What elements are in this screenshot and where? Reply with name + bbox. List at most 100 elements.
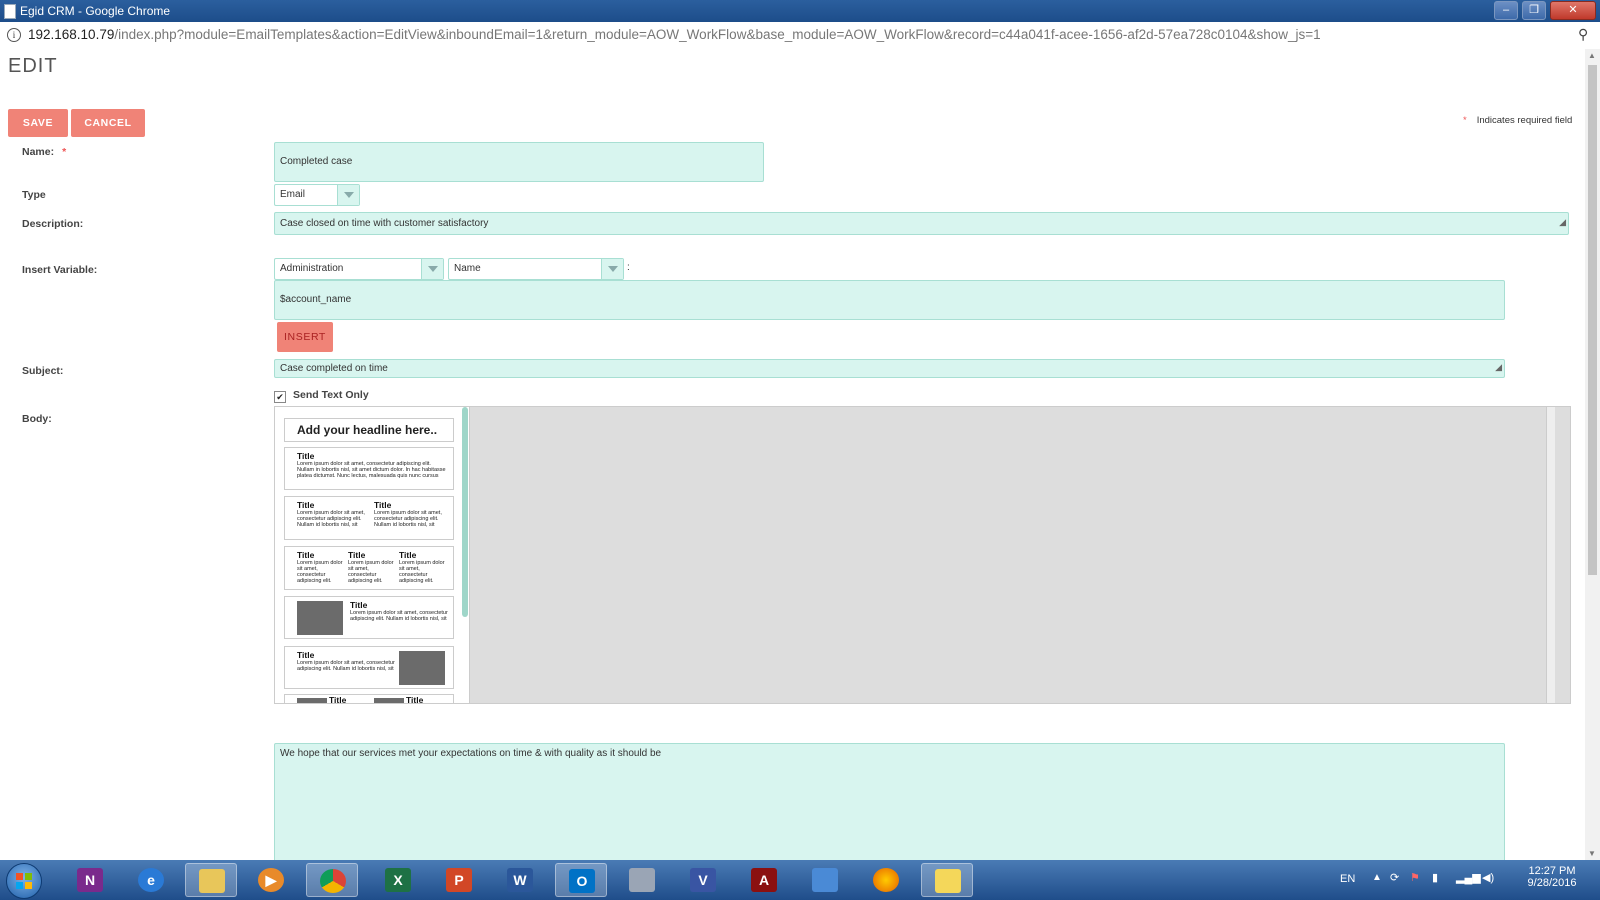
language-indicator[interactable]: EN [1340, 873, 1355, 885]
description-textarea[interactable]: Case closed on time with customer satisf… [274, 212, 1569, 235]
url-host: 192.168.10.79 [28, 27, 115, 42]
chrome-app-icon[interactable] [306, 863, 358, 897]
search-icon[interactable]: ⚲ [1578, 26, 1588, 43]
subject-label: Subject: [22, 365, 64, 377]
action-center-icon[interactable]: ⚑ [1410, 871, 1420, 884]
file-explorer-app-icon[interactable] [185, 863, 237, 897]
resize-handle-icon[interactable]: ◢ [1559, 213, 1566, 233]
variable-module-select[interactable]: Administration [274, 258, 444, 280]
type-label: Type [22, 189, 46, 201]
power-icon[interactable]: ▮ [1432, 871, 1438, 884]
taskbar: N e ▶ X P W O V A EN ▲ ⟳ ⚑ ▮ ▂▄▆ ◀) 12:2… [0, 860, 1600, 900]
template-lorem: Lorem ipsum dolor sit amet, consectetur … [348, 560, 394, 584]
page-scrollbar[interactable]: ▲ ▼ [1585, 49, 1600, 860]
volume-icon[interactable]: ◀) [1482, 871, 1494, 884]
cancel-button[interactable]: CANCEL [71, 109, 145, 137]
body-label: Body: [22, 413, 52, 425]
name-required-star: * [62, 146, 67, 158]
template-lorem: Lorem ipsum dolor sit amet, consectetur … [350, 610, 448, 622]
template-panel-scrollbar[interactable] [462, 407, 468, 617]
template-title: Title [329, 695, 347, 703]
name-label-text: Name: [22, 146, 55, 158]
chevron-down-icon[interactable] [601, 259, 623, 279]
template-headline-card[interactable]: Add your headline here.. [284, 418, 454, 442]
variable-input[interactable]: $account_name [274, 280, 1505, 320]
url-path: /index.php?module=EmailTemplates&action=… [114, 27, 1321, 42]
name-input[interactable]: Completed case [274, 142, 764, 182]
template-title: Title [406, 695, 424, 703]
chevron-down-icon[interactable] [337, 185, 359, 205]
folder-app-icon[interactable] [921, 863, 973, 897]
firefox-app-icon[interactable] [860, 863, 912, 897]
window-titlebar: Egid CRM - Google Chrome – ❐ ✕ [0, 0, 1600, 22]
text-body-textarea[interactable]: We hope that our services met your expec… [274, 743, 1505, 860]
template-lorem: Lorem ipsum dolor sit amet, consectetur … [374, 510, 442, 528]
template-image-right-card[interactable]: Title Lorem ipsum dolor sit amet, consec… [284, 646, 454, 689]
onenote-app-icon[interactable]: N [64, 863, 116, 897]
clock-time: 12:27 PM [1528, 865, 1576, 877]
scroll-up-icon[interactable]: ▲ [1588, 51, 1596, 60]
template-title: Title [297, 500, 315, 510]
variable-field-select[interactable]: Name [448, 258, 624, 280]
description-value: Case closed on time with customer satisf… [280, 218, 489, 229]
variable-field-value: Name [454, 263, 481, 274]
required-note: * Indicates required field [1463, 115, 1572, 126]
word-app-icon[interactable]: W [494, 863, 546, 897]
body-editor[interactable]: Add your headline here.. Title Lorem ips… [274, 406, 1571, 704]
window-title: Egid CRM - Google Chrome [20, 4, 171, 18]
visio-app-icon[interactable]: V [677, 863, 729, 897]
powerpoint-app-icon[interactable]: P [433, 863, 485, 897]
insert-button[interactable]: INSERT [277, 322, 333, 352]
media-player-app-icon[interactable]: ▶ [245, 863, 297, 897]
clock-date: 9/28/2016 [1527, 877, 1577, 889]
outlook-app-icon[interactable]: O [555, 863, 607, 897]
template-title: Title [399, 550, 417, 560]
chevron-down-icon[interactable] [421, 259, 443, 279]
remote-desktop-app-icon[interactable] [799, 863, 851, 897]
subject-value: Case completed on time [280, 363, 388, 374]
description-label: Description: [22, 218, 84, 230]
page-scrollbar-thumb[interactable] [1588, 65, 1597, 575]
variable-separator: : [627, 262, 630, 273]
address-bar[interactable]: i 192.168.10.79/index.php?module=EmailTe… [0, 22, 1600, 50]
page-title: EDIT [8, 55, 58, 77]
calculator-app-icon[interactable] [616, 863, 668, 897]
template-title: Title [348, 550, 366, 560]
type-select-value: Email [280, 189, 306, 200]
show-hidden-icons-icon[interactable]: ▲ [1372, 872, 1382, 883]
resize-handle-icon[interactable]: ◢ [1495, 360, 1502, 376]
close-window-button[interactable]: ✕ [1550, 1, 1596, 20]
scroll-down-icon[interactable]: ▼ [1588, 849, 1596, 858]
restore-button[interactable]: ❐ [1522, 1, 1546, 20]
body-editor-scrollbar[interactable] [1546, 407, 1555, 703]
template-two-column-card[interactable]: Title Lorem ipsum dolor sit amet, consec… [284, 496, 454, 540]
template-panel: Add your headline here.. Title Lorem ips… [275, 407, 470, 703]
system-clock[interactable]: 12:27 PM 9/28/2016 [1522, 865, 1582, 889]
template-image-placeholder [297, 698, 327, 703]
template-two-image-card[interactable]: Title Title [284, 694, 454, 703]
acrobat-app-icon[interactable]: A [738, 863, 790, 897]
template-image-placeholder [374, 698, 404, 703]
internet-explorer-app-icon[interactable]: e [125, 863, 177, 897]
template-one-column-card[interactable]: Title Lorem ipsum dolor sit amet, consec… [284, 447, 454, 490]
template-three-column-card[interactable]: Title Lorem ipsum dolor sit amet, consec… [284, 546, 454, 590]
template-title: Title [350, 600, 368, 610]
excel-app-icon[interactable]: X [372, 863, 424, 897]
template-image-placeholder [399, 651, 445, 685]
insert-button-label: INSERT [284, 331, 326, 343]
send-text-only-checkbox[interactable]: ✔ [274, 391, 286, 403]
start-button[interactable] [6, 863, 42, 899]
template-lorem: Lorem ipsum dolor sit amet, consectetur … [297, 560, 343, 584]
name-label: Name: * [22, 146, 66, 158]
save-button[interactable]: SAVE [8, 109, 68, 137]
send-text-only-label: Send Text Only [293, 389, 369, 401]
template-image-left-card[interactable]: Title Lorem ipsum dolor sit amet, consec… [284, 596, 454, 639]
type-select[interactable]: Email [274, 184, 360, 206]
minimize-button[interactable]: – [1494, 1, 1518, 20]
url-text[interactable]: 192.168.10.79/index.php?module=EmailTemp… [28, 27, 1321, 42]
info-icon[interactable]: i [7, 28, 21, 42]
sync-icon[interactable]: ⟳ [1390, 871, 1399, 884]
network-icon[interactable]: ▂▄▆ [1456, 871, 1481, 884]
subject-input[interactable]: Case completed on time ◢ [274, 359, 1505, 378]
page-content: EDIT SAVE CANCEL * Indicates required fie… [0, 49, 1585, 860]
